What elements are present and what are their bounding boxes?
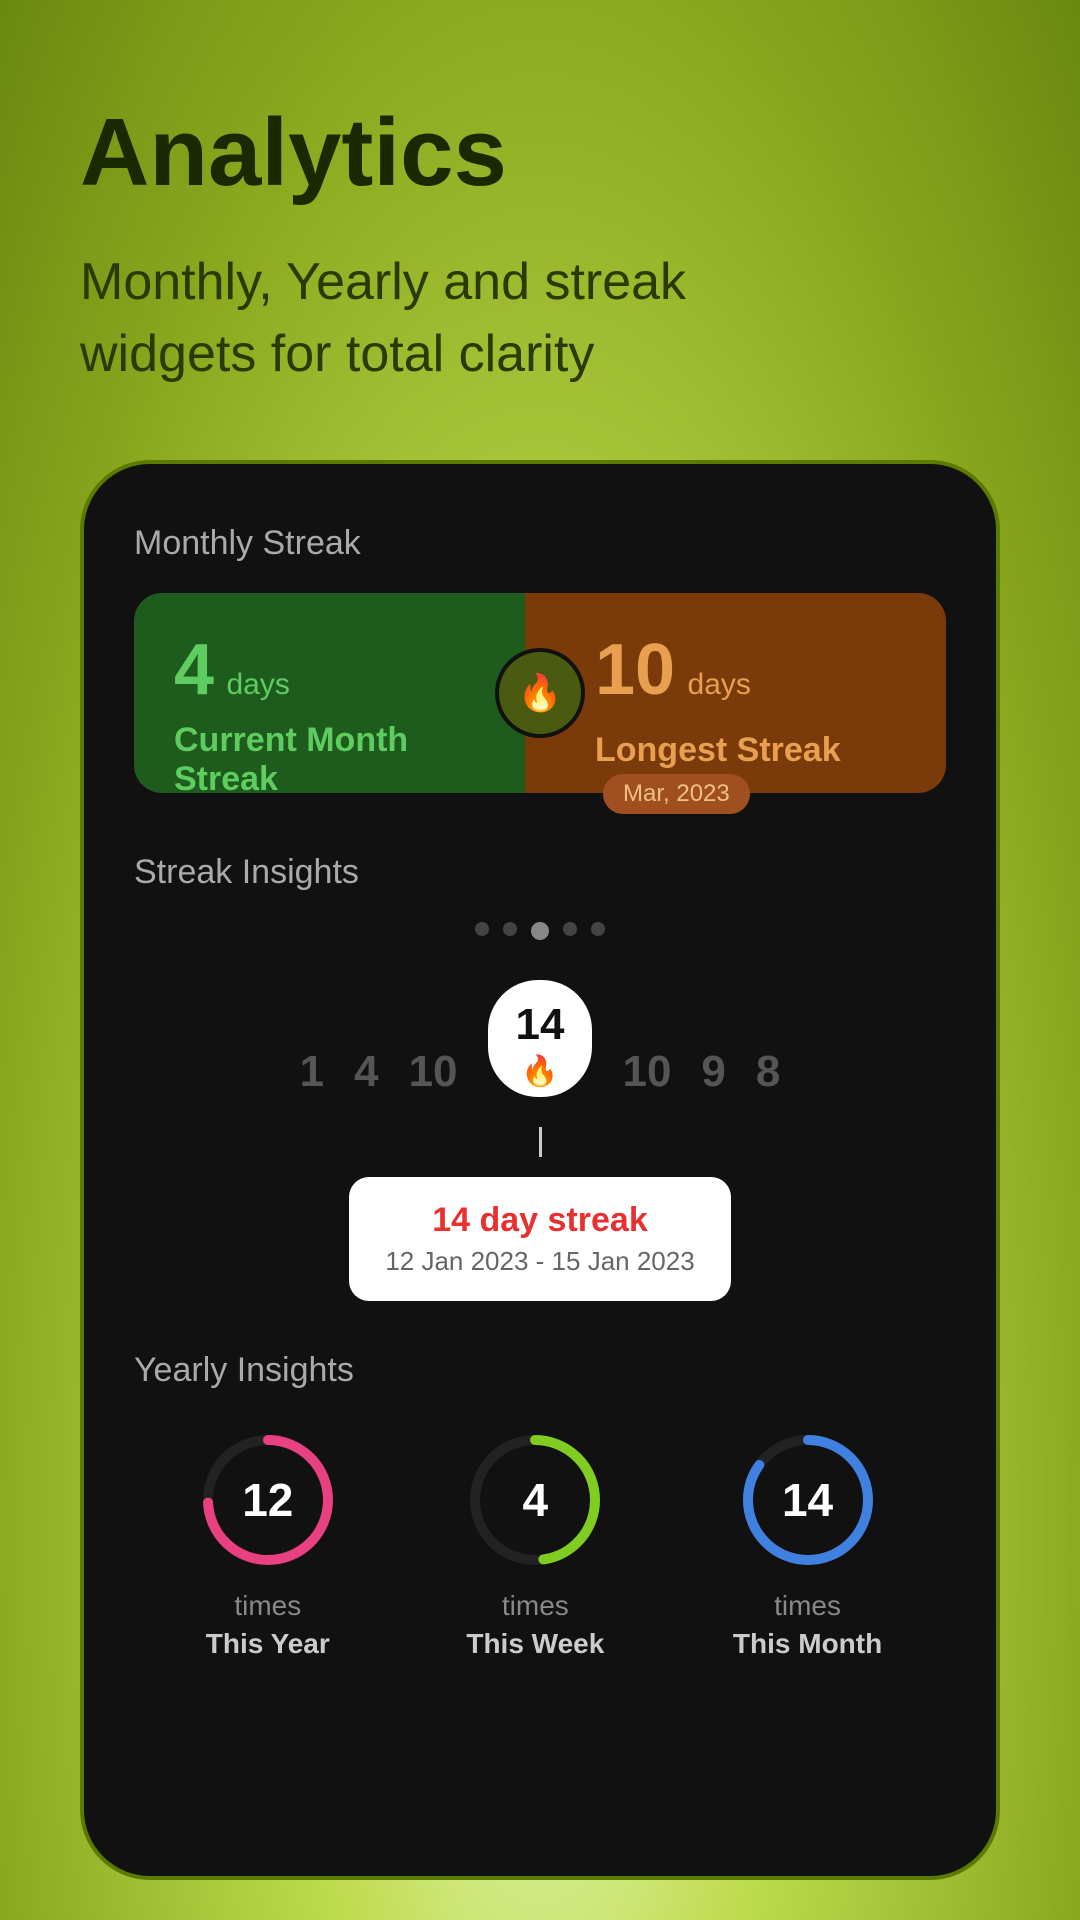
yearly-insights-label: Yearly Insights [134,1351,946,1390]
circle-period-year: This Year [206,1628,330,1660]
circle-this-month: 14 times This Month [733,1430,882,1660]
circle-ring-month: 14 [738,1430,878,1570]
bar-value-5: 10 [622,1047,671,1097]
flame-divider: 🔥 [495,648,585,738]
highlight-pill: 14 🔥 [488,980,593,1097]
page-subtitle: Monthly, Yearly and streak widgets for t… [80,246,780,392]
bar-value-6: 9 [701,1047,725,1097]
monthly-streak-section: Monthly Streak 4 days Current Month Stre… [134,524,946,793]
current-streak-label: Current Month Streak [174,721,485,799]
current-streak-unit: days [227,668,290,701]
streak-insights-section: Streak Insights 1 4 10 [134,853,946,1301]
tooltip-streak-label: 14 day streak [385,1201,694,1240]
circle-ring-week: 4 [465,1430,605,1570]
circle-number-week: 4 [523,1473,549,1527]
bar-item-5: 10 [622,1047,671,1097]
streak-tooltip: 14 day streak 12 Jan 2023 - 15 Jan 2023 [349,1177,730,1301]
tooltip-container: 14 day streak 12 Jan 2023 - 15 Jan 2023 [134,1127,946,1301]
bar-item-3: 10 [409,1047,458,1097]
circle-ring-year: 12 [198,1430,338,1570]
bar-value-1: 1 [300,1047,324,1097]
longest-streak-date: Mar, 2023 [603,774,750,814]
longest-streak-label: Longest Streak [595,731,841,770]
dot-1[interactable] [475,922,489,936]
bar-value-highlighted: 14 [516,1000,565,1050]
tooltip-connector [539,1127,542,1157]
bar-value-2: 4 [354,1047,378,1097]
bar-item-highlighted: 14 🔥 [488,980,593,1097]
header-section: Analytics Monthly, Yearly and streak wid… [0,0,1080,451]
dot-3-active[interactable] [531,922,549,940]
circle-this-year: 12 times This Year [198,1430,338,1660]
page-title: Analytics [80,100,1000,206]
current-streak-card: 4 days Current Month Streak [134,593,525,793]
bar-value-7: 8 [756,1047,780,1097]
circle-number-year: 12 [242,1473,293,1527]
bar-item-7: 8 [756,1047,780,1097]
circle-number-month: 14 [782,1473,833,1527]
bar-value-3: 10 [409,1047,458,1097]
dot-2[interactable] [503,922,517,936]
yearly-insights-section: Yearly Insights 12 times This Year [134,1351,946,1660]
circle-times-month: times [774,1590,841,1622]
bar-item-1: 1 [300,1047,324,1097]
bar-item-2: 4 [354,1047,378,1097]
circle-period-month: This Month [733,1628,882,1660]
streak-bar-row: 1 4 10 14 🔥 10 9 [134,980,946,1097]
yearly-circles-row: 12 times This Year 4 times This [134,1430,946,1660]
dot-4[interactable] [563,922,577,936]
tooltip-date-range: 12 Jan 2023 - 15 Jan 2023 [385,1246,694,1277]
current-streak-value: 4 [174,630,214,710]
page-background: Analytics Monthly, Yearly and streak wid… [0,0,1080,1920]
longest-streak-card: 10 days Longest Streak Mar, 2023 [525,593,946,793]
streak-cards-container: 4 days Current Month Streak 🔥 10 days Lo… [134,593,946,793]
monthly-streak-label: Monthly Streak [134,524,946,563]
bar-item-6: 9 [701,1047,725,1097]
circle-this-week: 4 times This Week [465,1430,605,1660]
flame-icon: 🔥 [518,672,563,714]
phone-mockup: Monthly Streak 4 days Current Month Stre… [80,460,1000,1880]
circle-times-year: times [234,1590,301,1622]
longest-streak-value: 10 [595,630,675,710]
circle-times-week: times [502,1590,569,1622]
streak-insights-label: Streak Insights [134,853,946,892]
circle-period-week: This Week [466,1628,604,1660]
longest-streak-unit: days [688,668,751,701]
dot-5[interactable] [591,922,605,936]
pagination-dots [134,922,946,940]
highlight-flame-icon: 🔥 [521,1054,558,1089]
